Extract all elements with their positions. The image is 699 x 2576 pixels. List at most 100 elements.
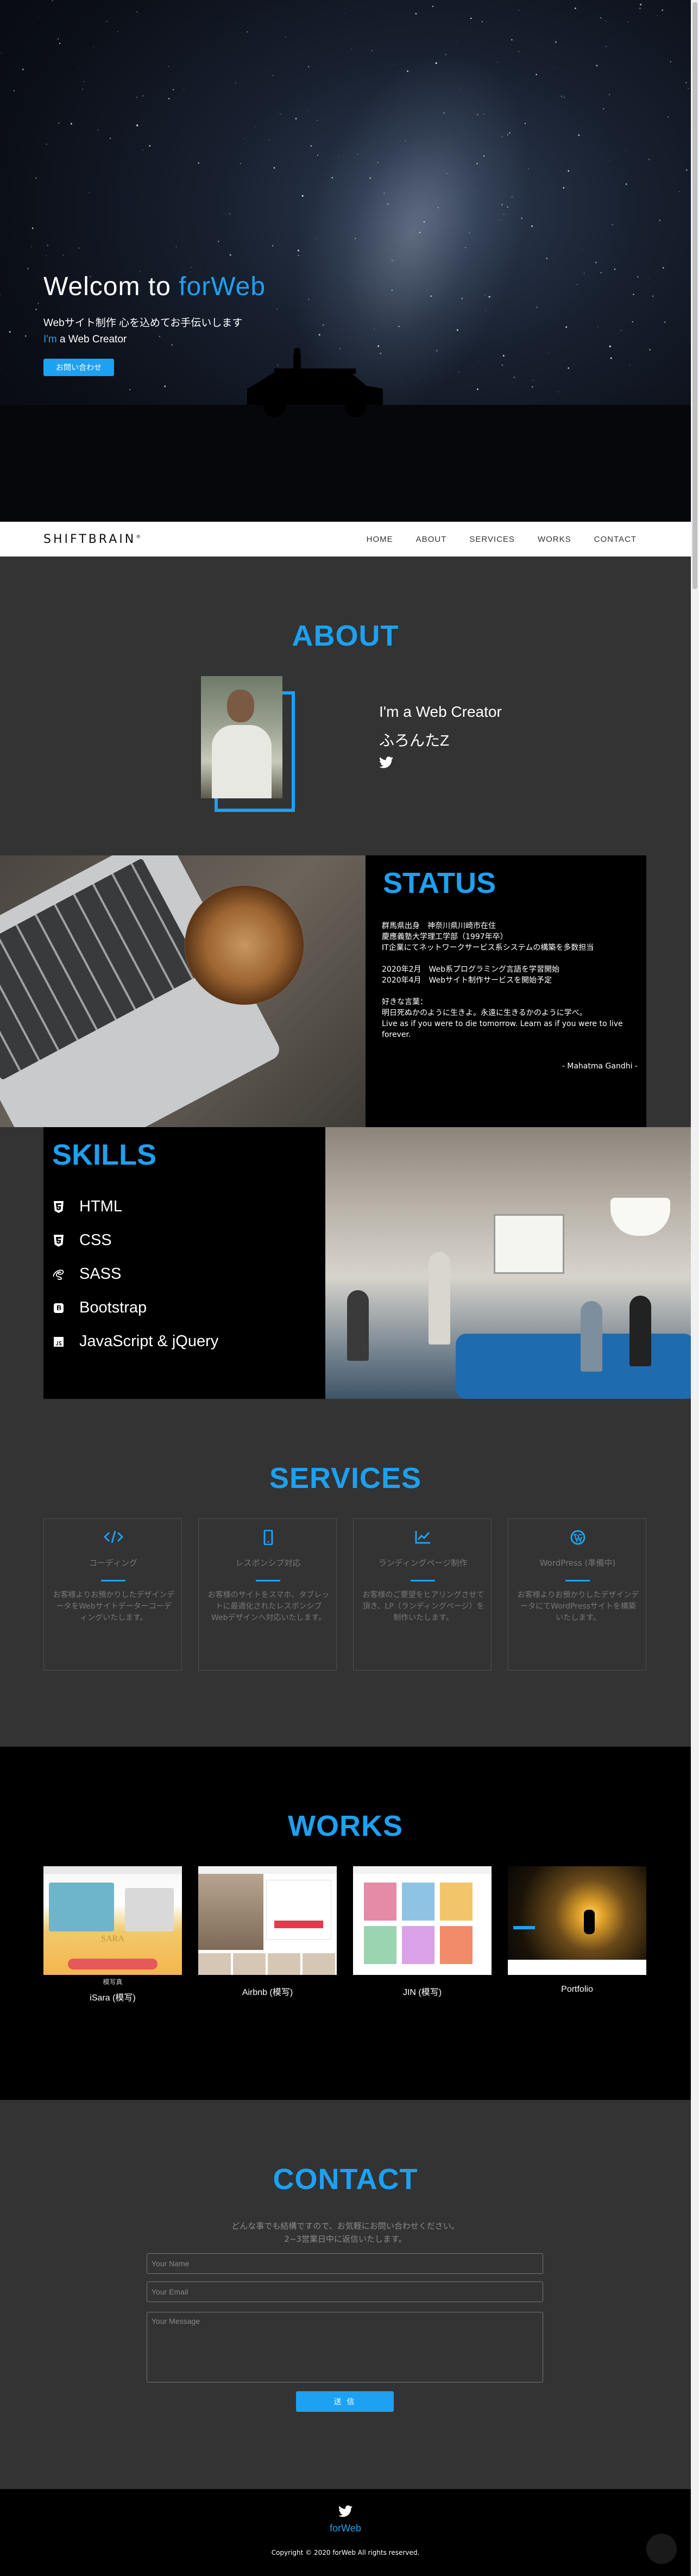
star	[9, 331, 11, 333]
star	[670, 61, 671, 62]
star	[614, 268, 616, 270]
twitter-icon[interactable]	[379, 756, 393, 768]
logo-mark: ®	[136, 534, 141, 540]
star	[511, 39, 513, 41]
chart-icon	[354, 1530, 492, 1546]
service-title: コーディング	[89, 1558, 137, 1568]
nav-item-home[interactable]: HOME	[367, 535, 393, 544]
star	[568, 367, 570, 369]
send-button[interactable]: 送 信	[296, 2391, 394, 2412]
star	[501, 364, 503, 366]
about-name: ふろんたZ	[379, 732, 450, 749]
work-thumbnail[interactable]: SARA	[43, 1866, 182, 1975]
skill-label: HTML	[79, 1198, 122, 1215]
star	[247, 31, 248, 33]
star	[229, 254, 231, 256]
status-line: 慶應義塾大学理工学部（1997年卒）	[382, 933, 508, 941]
star	[688, 87, 689, 89]
about-headline: I'm a Web Creator	[379, 703, 502, 720]
star	[37, 17, 39, 18]
star	[686, 169, 688, 171]
twitter-icon[interactable]	[338, 2505, 352, 2517]
star	[640, 3, 642, 5]
work-item-airbnb[interactable]: Airbnb (模写)	[198, 1866, 337, 1998]
nav-item-about[interactable]: ABOUT	[416, 535, 447, 544]
services-section: SERVICES コーディング お客様よりお預かりしたデザインデータをWebサイ…	[0, 1399, 691, 1747]
service-card-coding: コーディング お客様よりお預かりしたデザインデータをWebサイトデーターコーディ…	[43, 1518, 182, 1671]
service-divider	[411, 1580, 435, 1581]
status-line	[382, 986, 637, 997]
star	[136, 11, 138, 12]
work-item-portfolio[interactable]: Portfolio	[508, 1866, 646, 1994]
skill-label: SASS	[79, 1265, 122, 1283]
star	[555, 41, 557, 43]
hero-title-prefix: Welcom to	[43, 272, 179, 301]
nav-item-contact[interactable]: CONTACT	[594, 535, 637, 544]
work-item-isara[interactable]: SARA 模写真 iSara (模写)	[43, 1866, 182, 2003]
skills-title: SKILLS	[52, 1139, 157, 1171]
star	[563, 187, 565, 189]
star	[595, 261, 597, 264]
nav-item-services[interactable]: SERVICES	[469, 535, 515, 544]
star	[59, 42, 61, 45]
status-line: 群馬県出身 神奈川県川崎市在住	[382, 922, 496, 930]
message-textarea[interactable]	[147, 2312, 543, 2383]
star	[662, 9, 663, 11]
service-divider	[565, 1580, 590, 1581]
work-caption: Portfolio	[561, 1985, 593, 1994]
star	[272, 245, 274, 247]
star	[531, 225, 533, 227]
footer-brand[interactable]: forWeb	[0, 2523, 691, 2534]
about-section: ABOUT I'm a Web Creator ふろんたZ	[0, 557, 691, 855]
page-scrollbar[interactable]	[691, 0, 699, 2576]
back-to-top-button[interactable]	[646, 2534, 677, 2564]
hero-title-brand: forWeb	[179, 272, 266, 301]
star	[164, 385, 166, 387]
star	[625, 183, 627, 185]
work-thumbnail[interactable]	[508, 1866, 646, 1975]
star	[47, 245, 49, 246]
star	[568, 170, 570, 172]
star	[657, 15, 658, 16]
star	[600, 17, 602, 19]
skill-label: CSS	[79, 1231, 112, 1249]
email-input[interactable]	[147, 2281, 543, 2302]
star	[0, 52, 2, 54]
star	[35, 177, 37, 179]
js-icon	[52, 1335, 65, 1348]
star	[93, 46, 95, 48]
star	[142, 95, 144, 97]
service-description: お客様よりお預かりしたデザインデータをWebサイトデーターコーディングいたします…	[53, 1591, 175, 1622]
star	[659, 22, 660, 23]
status-section: STATUS 群馬県出身 神奈川県川崎市在住 慶應義塾大学理工学部（1997年卒…	[0, 855, 691, 1127]
site-logo[interactable]: SHIFTBRAIN®	[43, 533, 141, 546]
quote-author: - Mahatma Gandhi -	[562, 1062, 638, 1071]
star	[537, 307, 538, 308]
star	[27, 267, 29, 270]
contact-cta-button[interactable]: お問い合わせ	[43, 359, 114, 376]
work-thumbnail[interactable]	[353, 1866, 492, 1975]
scrollbar-thumb[interactable]	[692, 2, 697, 589]
works-section: WORKS SARA 模写真 iSara (模写) Airbnb (模写) JI…	[0, 1747, 691, 2100]
star	[600, 272, 602, 273]
contact-intro-line2: 2~3営業日中に返信いたします。	[284, 2234, 407, 2244]
star	[70, 123, 72, 125]
star	[565, 326, 567, 328]
star	[574, 7, 576, 9]
star	[664, 321, 666, 323]
work-thumbnail[interactable]	[198, 1866, 337, 1975]
star	[627, 21, 628, 23]
contact-intro-line1: どんな事でも結構ですので、お気軽にお問い合わせください。	[231, 2221, 459, 2231]
star	[46, 255, 47, 257]
name-input[interactable]	[147, 2253, 543, 2274]
star	[532, 379, 534, 381]
star	[531, 386, 533, 388]
work-item-jin[interactable]: JIN (模写)	[353, 1866, 492, 1998]
star	[629, 365, 631, 366]
contact-title: CONTACT	[273, 2163, 418, 2196]
star	[280, 114, 281, 115]
nav-item-works[interactable]: WORKS	[538, 535, 571, 544]
skill-item-javascript: JavaScript & jQuery	[52, 1333, 218, 1350]
star	[97, 129, 99, 131]
star	[285, 36, 286, 37]
